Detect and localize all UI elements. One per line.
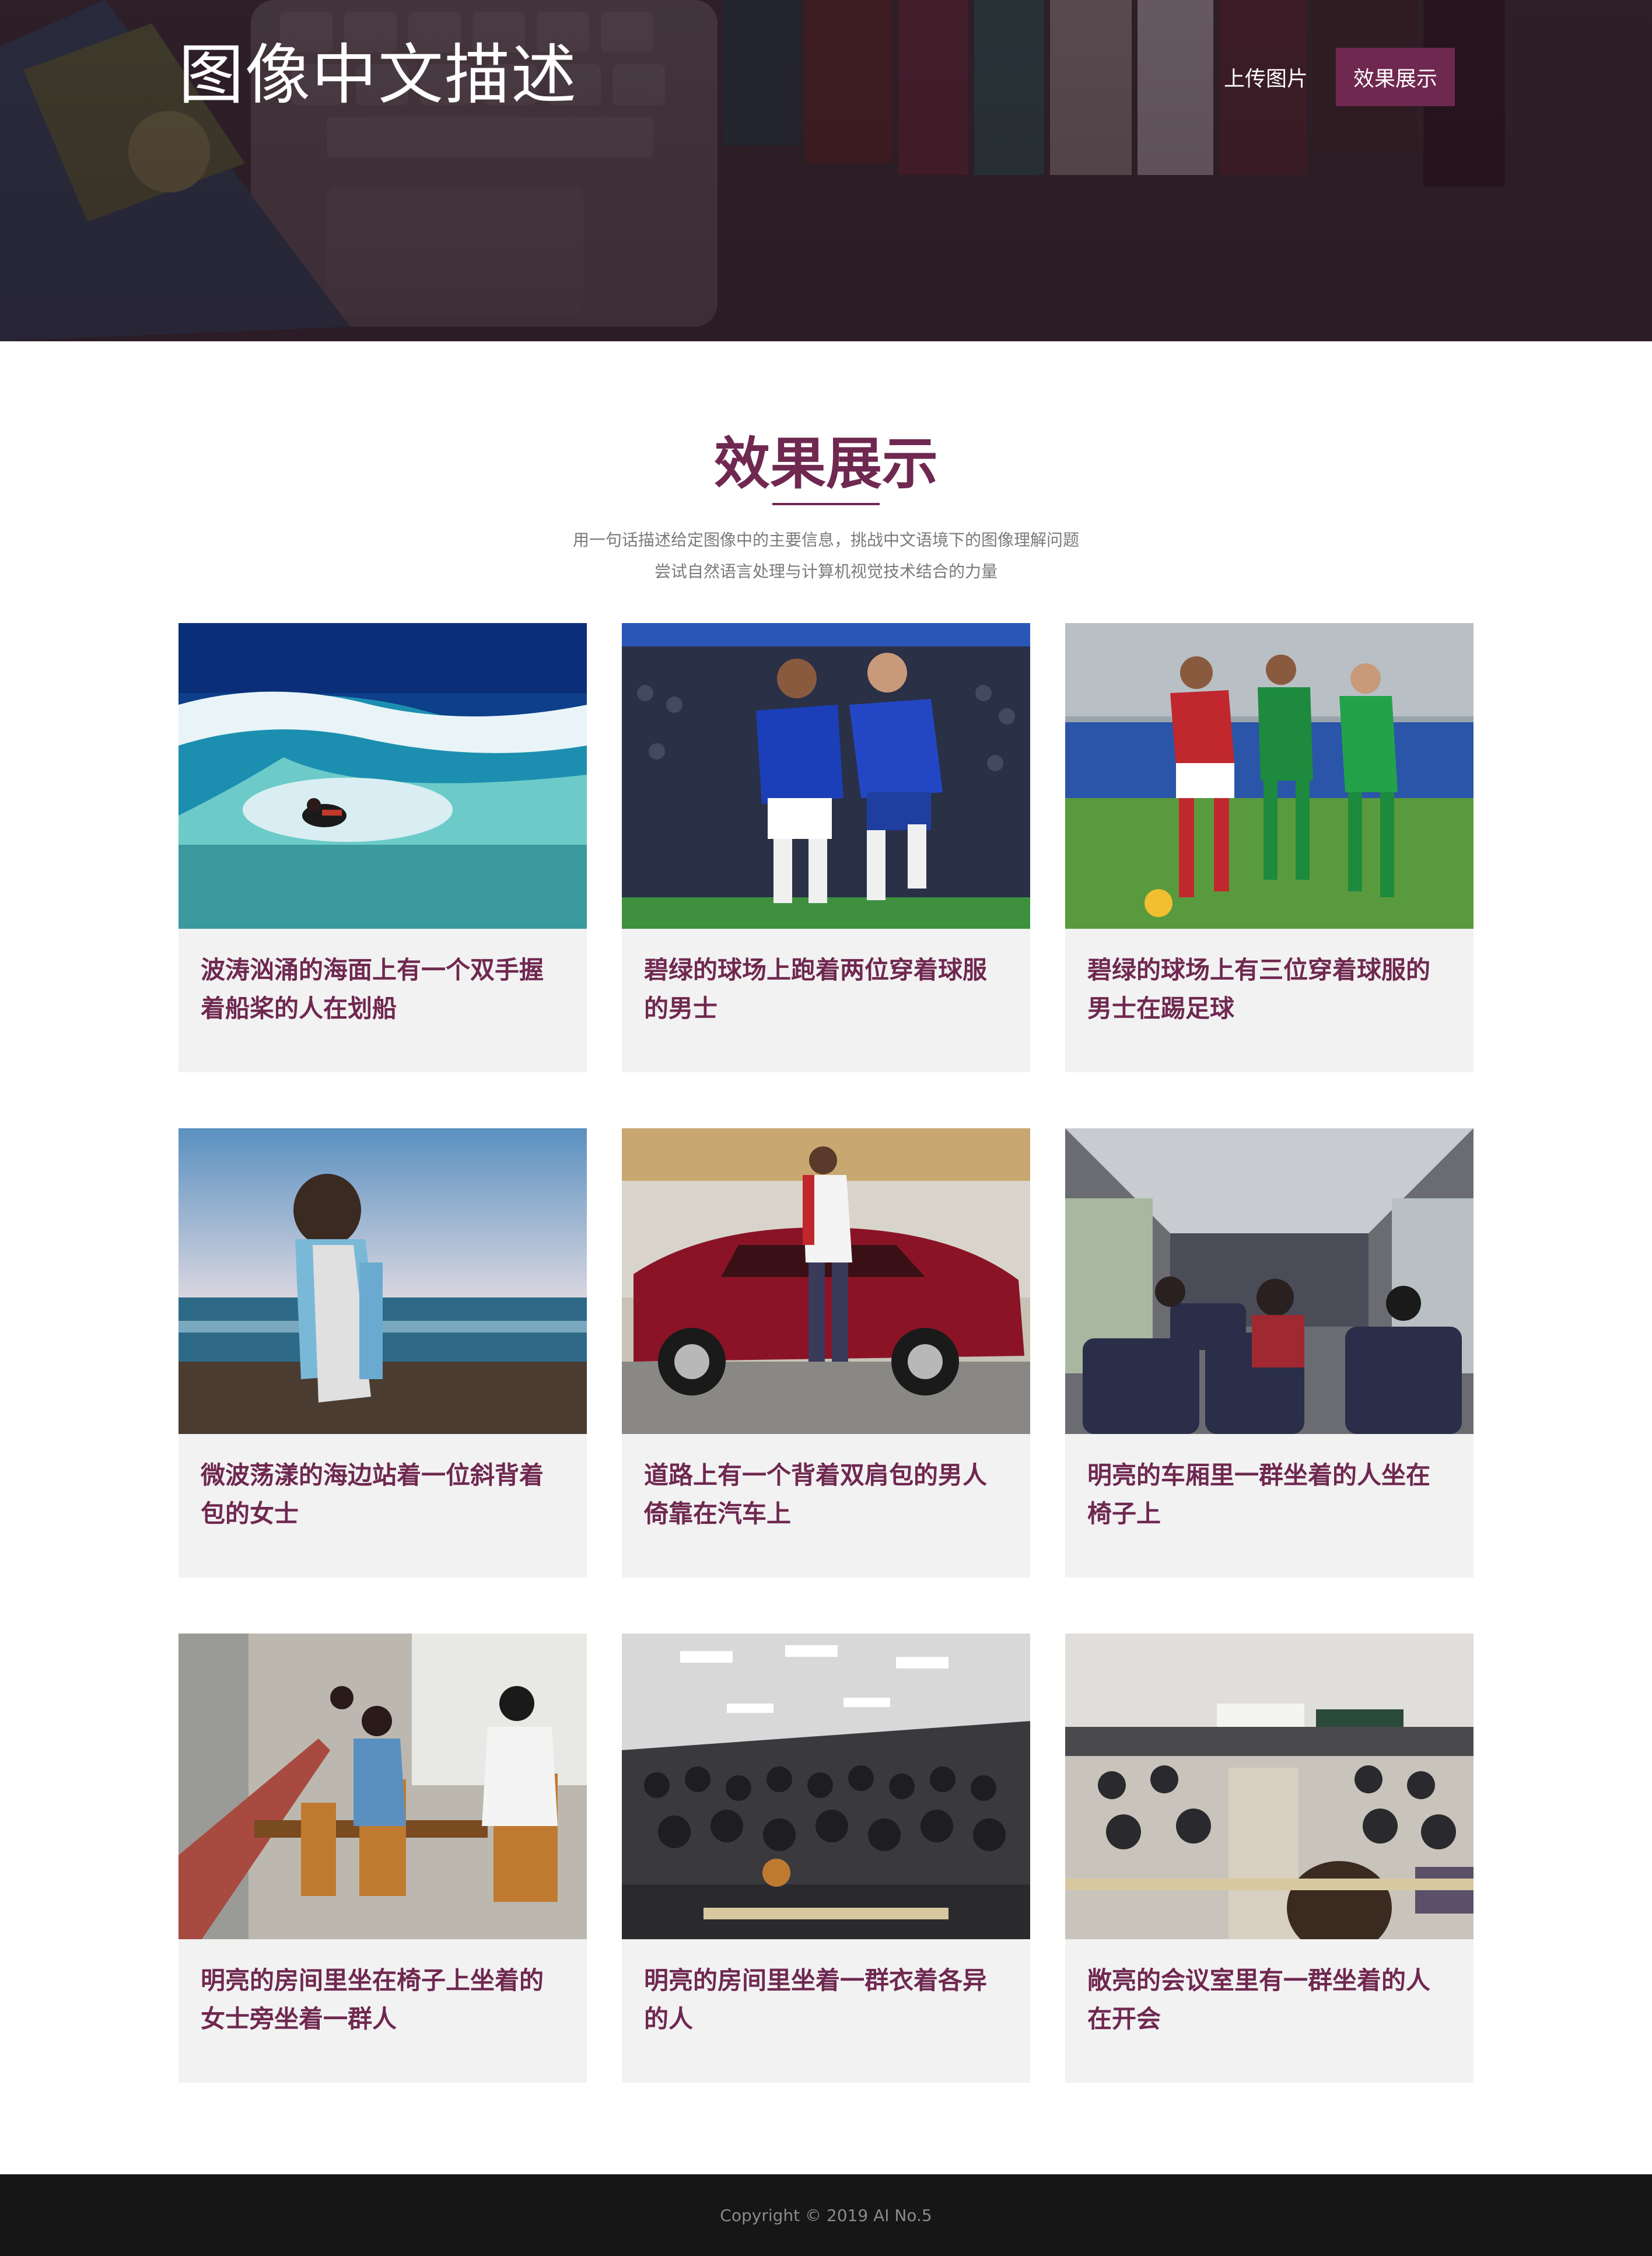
site-title: 图像中文描述 [178,37,578,113]
page-footer: Copyright © 2019 AI No.5 [0,2174,1652,2256]
result-caption: 明亮的车厢里一群坐着的人坐在椅子上 [1087,1461,1431,1528]
result-card[interactable]: 明亮的房间里坐着一群衣着各异的人 [622,1634,1030,2083]
section-title: 效果展示 [714,431,938,496]
result-caption: 碧绿的球场上跑着两位穿着球服的男士 [644,956,988,1023]
nav-upload-image[interactable]: 上传图片 [1213,48,1318,106]
hero-header: 图像中文描述 上传图片 效果展示 [0,0,1652,341]
result-card[interactable]: 波涛汹涌的海面上有一个双手握着船桨的人在划船 [178,623,587,1072]
result-image [1065,1634,1474,1939]
result-image [622,1128,1030,1434]
result-caption: 明亮的房间里坐在椅子上坐着的女士旁坐着一群人 [201,1966,544,2033]
result-card[interactable]: 明亮的房间里坐在椅子上坐着的女士旁坐着一群人 [178,1634,587,2083]
result-image [1065,623,1474,929]
results-gallery: 波涛汹涌的海面上有一个双手握着船桨的人在划船 碧绿的球场上跑着两位穿着球服的男士… [178,623,1474,2083]
result-image [178,1128,587,1434]
result-image [622,1634,1030,1939]
section-title-underline [772,503,880,505]
result-image [178,1634,587,1939]
intro-text-line-2: 尝试自然语言处理与计算机视觉技术结合的力量 [654,562,998,581]
result-image [622,623,1030,929]
result-caption: 微波荡漾的海边站着一位斜背着包的女士 [201,1461,544,1528]
result-card[interactable]: 道路上有一个背着双肩包的男人倚靠在汽车上 [622,1128,1030,1578]
result-card[interactable]: 碧绿的球场上有三位穿着球服的男士在踢足球 [1065,623,1474,1072]
result-image [178,623,587,929]
result-card[interactable]: 微波荡漾的海边站着一位斜背着包的女士 [178,1128,587,1578]
nav-showcase[interactable]: 效果展示 [1336,48,1455,106]
result-caption: 碧绿的球场上有三位穿着球服的男士在踢足球 [1087,956,1431,1023]
result-caption: 道路上有一个背着双肩包的男人倚靠在汽车上 [644,1461,988,1528]
copyright-text: Copyright © 2019 AI No.5 [720,2205,932,2225]
result-caption: 敞亮的会议室里有一群坐着的人在开会 [1087,1966,1431,2033]
main-nav: 上传图片 效果展示 [1213,48,1455,106]
result-caption: 波涛汹涌的海面上有一个双手握着船桨的人在划船 [201,956,544,1023]
result-card[interactable]: 碧绿的球场上跑着两位穿着球服的男士 [622,623,1030,1072]
result-card[interactable]: 敞亮的会议室里有一群坐着的人在开会 [1065,1634,1474,2083]
result-caption: 明亮的房间里坐着一群衣着各异的人 [644,1966,988,2033]
result-image [1065,1128,1474,1434]
result-card[interactable]: 明亮的车厢里一群坐着的人坐在椅子上 [1065,1128,1474,1578]
intro-text-line-1: 用一句话描述给定图像中的主要信息，挑战中文语境下的图像理解问题 [572,530,1079,550]
